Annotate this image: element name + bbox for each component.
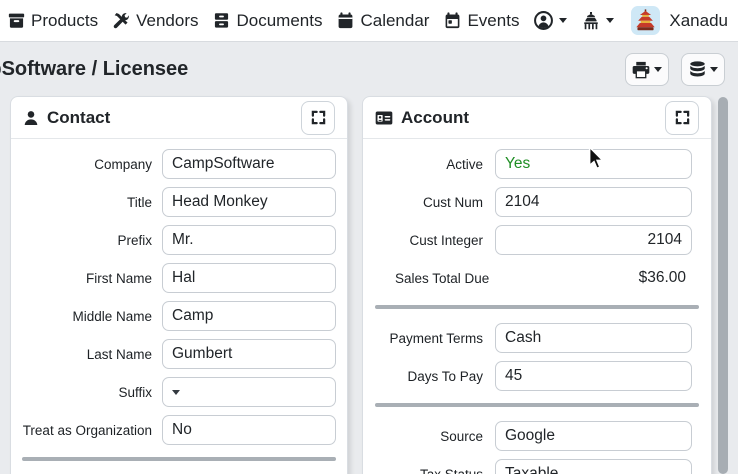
field-row-source: Source [375,421,699,451]
treat-as-organization-field[interactable] [162,415,336,445]
top-navbar: Products Vendors Documents Calendar Even… [0,0,738,42]
field-label: Prefix [22,233,152,248]
nav-item-label: Vendors [136,11,198,31]
field-label: Suffix [22,385,152,400]
nav-item-vendors[interactable]: Vendors [113,11,198,31]
pagoda-logo [631,6,660,35]
first-name-field[interactable] [162,263,336,293]
page-title: CampSoftware / Licensee [0,58,188,81]
vertical-scrollbar[interactable] [718,97,728,474]
caret-down-icon [606,18,614,23]
field-label: Cust Num [375,195,483,210]
field-row-sales-total-due: Sales Total Due $36.00 [375,263,699,293]
field-row-first-name: First Name [22,263,336,293]
active-field[interactable] [495,149,692,179]
section-divider [375,403,699,407]
box-archive-icon [8,12,25,29]
nav-item-documents[interactable]: Documents [213,11,322,31]
field-row-active: Active [375,149,699,179]
field-label: Tax Status [375,467,483,474]
brand-name: Xanadu [669,11,728,31]
field-row-suffix: Suffix [22,377,336,407]
screwdriver-wrench-icon [113,12,130,29]
field-row-cust-integer: Cust Integer [375,225,699,255]
nav-item-label: Calendar [360,11,429,31]
field-row-tax-status: Tax Status [375,459,699,474]
calendar-event-icon [444,12,461,29]
field-label: Payment Terms [375,331,483,346]
sales-total-due-value: $36.00 [639,269,686,287]
brand[interactable]: Xanadu [631,6,728,35]
field-label: Last Name [22,347,152,362]
field-row-payment-terms: Payment Terms [375,323,699,353]
prefix-field[interactable] [162,225,336,255]
field-row-title: Title [22,187,336,217]
contact-panel: Contact Company Title Prefix First Name … [10,96,348,474]
account-panel-header: Account [363,97,711,139]
contact-panel-body: Company Title Prefix First Name Middle N… [11,139,347,474]
person-icon [23,110,39,126]
user-menu[interactable] [534,11,567,30]
nav-item-label: Events [467,11,519,31]
user-circle-icon [534,11,553,30]
field-row-days-to-pay: Days To Pay [375,361,699,391]
printer-icon [632,61,650,79]
field-label: Treat as Organization [22,423,152,438]
nav-item-label: Products [31,11,98,31]
expand-icon [311,110,326,125]
field-label: Middle Name [22,309,152,324]
calendar-icon [337,12,354,29]
contact-panel-header: Contact [11,97,347,139]
last-name-field[interactable] [162,339,336,369]
account-expand-button[interactable] [665,101,699,135]
id-card-icon [375,109,393,127]
field-label: First Name [22,271,152,286]
field-row-treat-as-organization: Treat as Organization [22,415,336,445]
account-panel-body: Active Cust Num Cust Integer Sales Total… [363,139,711,474]
database-icon [689,61,706,78]
field-row-middle-name: Middle Name [22,301,336,331]
suffix-select[interactable] [162,377,336,407]
field-label: Company [22,157,152,172]
nav-item-label: Documents [236,11,322,31]
field-row-cust-num: Cust Num [375,187,699,217]
stacked-drawers-icon [213,12,230,29]
tax-status-field[interactable] [495,459,692,474]
field-row-company: Company [22,149,336,179]
payment-terms-field[interactable] [495,323,692,353]
nav-item-events[interactable]: Events [444,11,519,31]
nav-item-products[interactable]: Products [8,11,98,31]
account-panel: Account Active Cust Num Cust Integer Sal… [362,96,712,474]
account-panel-title: Account [401,108,469,128]
expand-icon [675,110,690,125]
middle-name-field[interactable] [162,301,336,331]
app-menu[interactable] [582,12,614,30]
section-divider [375,305,699,309]
cust-num-field[interactable] [495,187,692,217]
temple-icon [582,12,600,30]
company-field[interactable] [162,149,336,179]
cust-integer-field[interactable] [495,225,692,255]
source-field[interactable] [495,421,692,451]
days-to-pay-field[interactable] [495,361,692,391]
field-label: Sales Total Due [395,271,489,286]
section-divider [22,457,336,461]
caret-down-icon [710,67,718,72]
contact-expand-button[interactable] [301,101,335,135]
field-label: Source [375,429,483,444]
field-row-last-name: Last Name [22,339,336,369]
field-label: Days To Pay [375,369,483,384]
field-label: Cust Integer [375,233,483,248]
caret-down-icon [172,390,180,395]
print-button[interactable] [625,53,669,86]
caret-down-icon [559,18,567,23]
caret-down-icon [654,67,662,72]
title-field[interactable] [162,187,336,217]
field-label: Active [375,157,483,172]
field-row-prefix: Prefix [22,225,336,255]
contact-panel-title: Contact [47,108,110,128]
data-menu-button[interactable] [681,53,725,86]
nav-item-calendar[interactable]: Calendar [337,11,429,31]
field-label: Title [22,195,152,210]
